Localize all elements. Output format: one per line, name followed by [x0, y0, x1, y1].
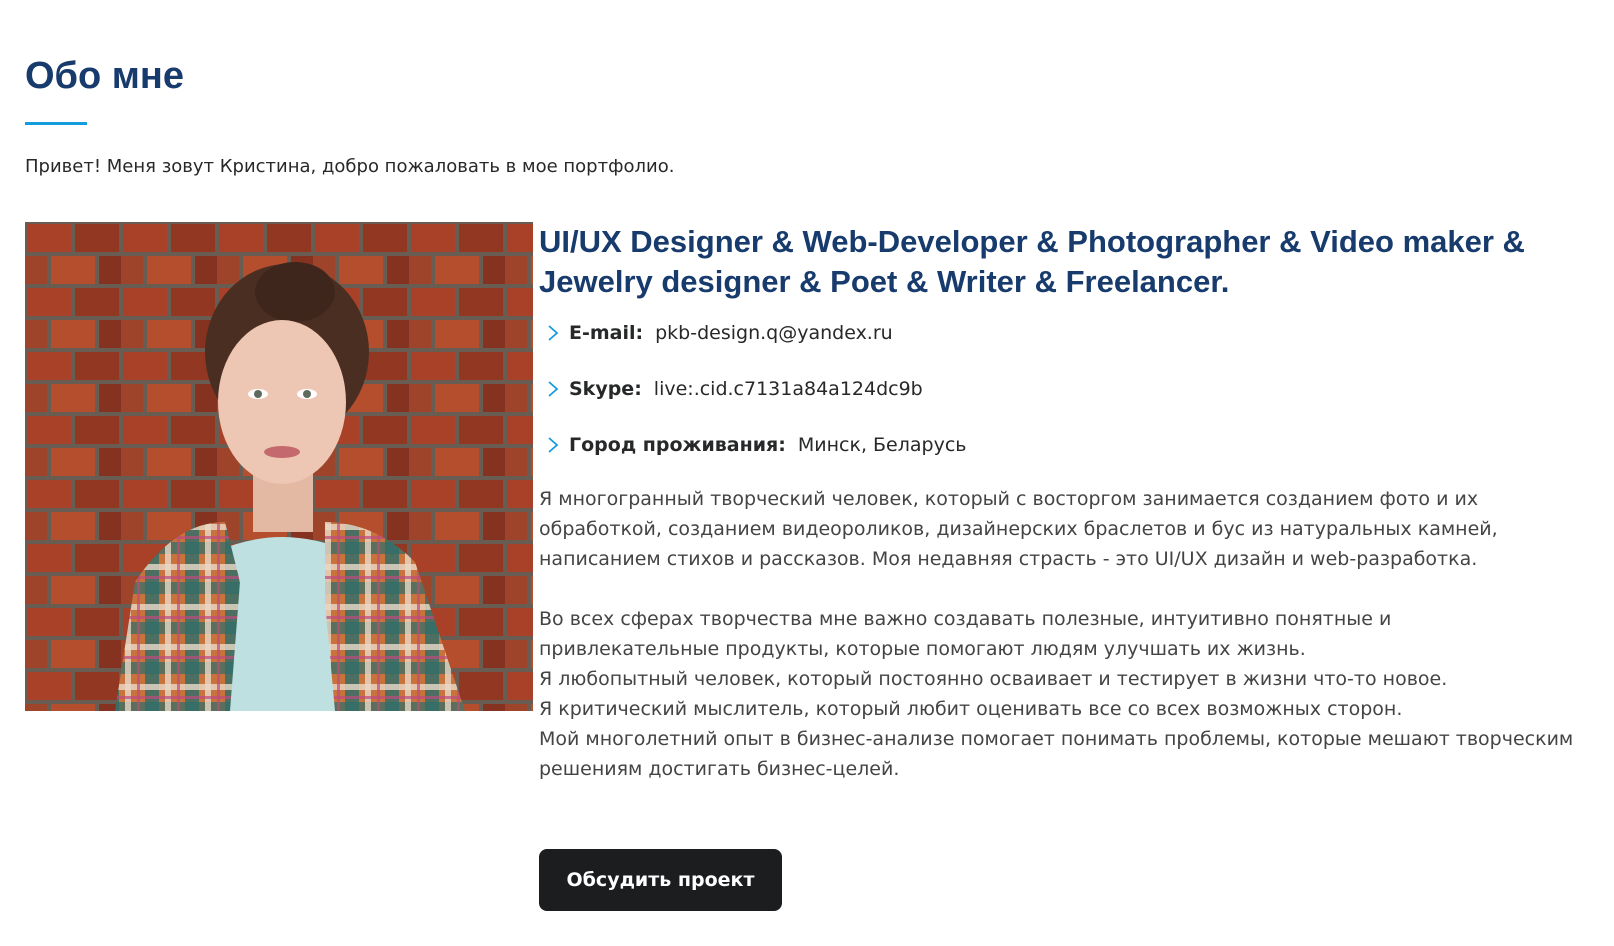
- info-item-city: Город проживания: Минск, Беларусь: [539, 428, 1574, 462]
- intro-text: Привет! Меня зовут Кристина, добро пожал…: [25, 156, 675, 177]
- bio-paragraph-5: Мой многолетний опыт в бизнес-анализе по…: [539, 728, 1574, 780]
- section-title: Обо мне: [25, 55, 184, 97]
- about-content: UI/UX Designer & Web-Developer & Photogr…: [539, 222, 1574, 784]
- skype-value: live:.cid.c7131a84a124dc9b: [653, 378, 923, 400]
- bio-paragraph-4: Я критический мыслитель, который любит о…: [539, 698, 1403, 720]
- role-heading: UI/UX Designer & Web-Developer & Photogr…: [539, 224, 1525, 299]
- info-item-skype: Skype: live:.cid.c7131a84a124dc9b: [539, 372, 1574, 406]
- email-label: E-mail:: [569, 322, 644, 344]
- skype-label: Skype:: [569, 378, 642, 400]
- chevron-right-icon: [548, 325, 559, 341]
- city-label: Город проживания:: [569, 434, 786, 456]
- bio-paragraph-2: Во всех сферах творчества мне важно созд…: [539, 608, 1392, 660]
- profile-photo: [25, 222, 533, 711]
- chevron-right-icon: [548, 381, 559, 397]
- contact-info-list: E-mail: pkb-design.q@yandex.ru Skype: li…: [539, 316, 1574, 462]
- bio-paragraph-1: Я многогранный творческий человек, котор…: [539, 488, 1498, 570]
- info-item-email: E-mail: pkb-design.q@yandex.ru: [539, 316, 1574, 350]
- title-underline: [25, 122, 87, 125]
- bio-paragraph-3: Я любопытный человек, который постоянно …: [539, 668, 1448, 690]
- city-value: Минск, Беларусь: [797, 434, 967, 456]
- email-value: pkb-design.q@yandex.ru: [655, 322, 893, 344]
- discuss-project-button[interactable]: Обсудить проект: [539, 849, 782, 911]
- chevron-right-icon: [548, 437, 559, 453]
- bio-text: Я многогранный творческий человек, котор…: [539, 484, 1574, 784]
